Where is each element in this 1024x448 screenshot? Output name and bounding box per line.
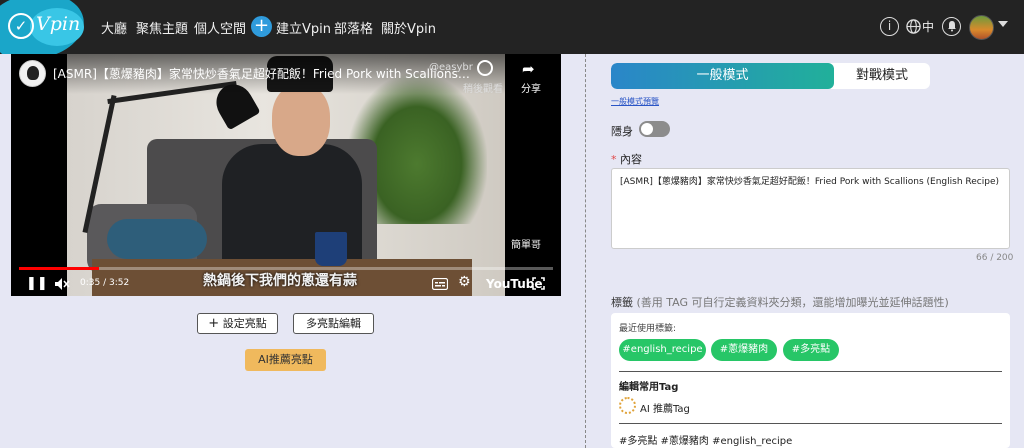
hide-label: 隱身 (611, 125, 633, 138)
tag-section-label: 標籤 (善用 TAG 可自行定義資料夾分類，還能增加曝光並延伸話題性) (611, 294, 949, 310)
video-watermark: @easybr (429, 62, 473, 73)
panel-divider (585, 54, 586, 448)
bell-icon[interactable] (942, 17, 961, 36)
pause-icon[interactable]: ❚❚ (26, 276, 48, 291)
globe-icon[interactable] (906, 19, 921, 34)
share-arrow-icon[interactable]: ➦ (522, 60, 535, 78)
content-label-text: 內容 (620, 153, 642, 166)
nav-item-about[interactable]: 關於Vpin (381, 18, 436, 37)
video-progress-bar[interactable] (19, 267, 553, 270)
gear-icon[interactable]: ⚙ (458, 274, 471, 290)
logo-text: Vpin (36, 13, 81, 35)
tab-battle-mode[interactable]: 對戰模式 (834, 63, 930, 89)
multi-highlight-edit-button[interactable]: 多亮點編輯 (293, 313, 374, 334)
set-highlight-label: 設定亮點 (222, 317, 267, 330)
content-label: * 內容 (611, 151, 642, 167)
tag-hint: (善用 TAG 可自行定義資料夾分類，還能增加曝光並延伸話題性) (636, 296, 949, 309)
divider (619, 423, 1002, 424)
check-circle-icon: ✓ (8, 13, 34, 39)
general-mode-preview-link[interactable]: 一般模式預覽 (611, 96, 659, 107)
ai-recommend-highlight-button[interactable]: AI推薦亮點 (245, 349, 326, 371)
tag-label-text: 標籤 (611, 296, 633, 309)
tab-general-mode[interactable]: 一般模式 (611, 63, 834, 89)
mode-toggle: 一般模式 對戰模式 (611, 63, 930, 89)
video-signature: 簡單哥 (511, 240, 541, 251)
content-textarea[interactable]: [ASMR]【蔥爆豬肉】家常快炒香氣足超好配飯！Fried Pork with … (611, 168, 1010, 249)
video-time: 0:35 / 3:52 (80, 278, 130, 288)
language-selector[interactable]: 中 (922, 18, 934, 35)
tag-chip[interactable]: #多亮點 (783, 339, 839, 361)
plus-icon: + (208, 316, 220, 331)
logo[interactable]: ✓ Vpin (0, 0, 90, 54)
selected-tags: #多亮點 #蔥爆豬肉 #english_recipe (619, 436, 793, 447)
recent-tags-label: 最近使用標籤: (619, 324, 677, 334)
scene-pillow (107, 219, 207, 259)
char-count: 66 / 200 (976, 253, 1014, 263)
chevron-down-icon[interactable] (998, 21, 1008, 27)
nav-item-blog[interactable]: 部落格 (334, 18, 373, 37)
required-marker: * (611, 153, 617, 166)
top-nav: ✓ Vpin 大廳 聚焦主題 個人空間 + 建立Vpin 部落格 關於Vpin … (0, 0, 1024, 54)
nav-item-create-vpin[interactable]: 建立Vpin (276, 18, 331, 37)
channel-avatar[interactable] (19, 60, 46, 87)
avatar[interactable] (969, 15, 994, 40)
scene-chef-face (272, 84, 330, 156)
video-title[interactable]: [ASMR]【蔥爆豬肉】家常快炒香氣足超好配飯！Fried Pork with … (53, 65, 473, 82)
info-icon[interactable]: i (880, 17, 899, 36)
video-subtitle: 熱鍋後下我們的蔥還有蒜 (203, 273, 357, 289)
sparkle-icon[interactable] (619, 397, 636, 414)
tag-chip[interactable]: #english_recipe (619, 339, 706, 361)
watch-later-label[interactable]: 稍後觀看 (463, 80, 503, 95)
hide-toggle[interactable] (639, 121, 670, 137)
tag-chip[interactable]: #蔥爆豬肉 (711, 339, 777, 361)
mute-icon[interactable] (54, 277, 70, 291)
video-progress-fill (19, 267, 100, 270)
nav-item-focus-topics[interactable]: 聚焦主題 (136, 18, 188, 37)
nav-item-personal-space[interactable]: 個人空間 (194, 18, 246, 37)
ai-recommend-tag-link[interactable]: AI 推薦Tag (640, 400, 690, 415)
nav-item-lobby[interactable]: 大廳 (101, 18, 127, 37)
captions-icon[interactable] (432, 278, 448, 290)
share-label[interactable]: 分享 (521, 80, 541, 95)
video-player[interactable]: [ASMR]【蔥爆豬肉】家常快炒香氣足超好配飯！Fried Pork with … (11, 54, 561, 296)
edit-common-tags-label[interactable]: 編輯常用Tag (619, 378, 678, 393)
fullscreen-icon[interactable] (532, 277, 545, 290)
plus-circle-icon[interactable]: + (251, 16, 272, 37)
scene-cup (315, 232, 347, 266)
hide-toggle-knob (641, 123, 653, 135)
clock-icon[interactable] (477, 60, 493, 76)
set-highlight-button[interactable]: + 設定亮點 (197, 313, 278, 334)
tag-card: 最近使用標籤: #english_recipe #蔥爆豬肉 #多亮點 編輯常用T… (611, 313, 1010, 448)
divider (619, 371, 1002, 372)
